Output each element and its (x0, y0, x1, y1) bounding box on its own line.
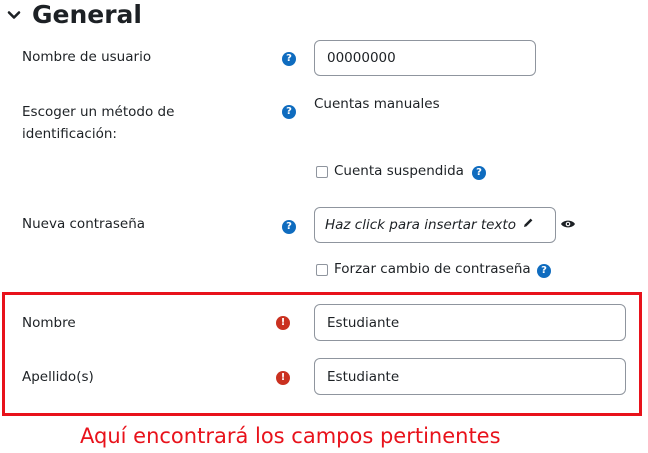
exclamation-circle-icon: ! (276, 371, 290, 385)
question-circle-icon[interactable]: ? (282, 220, 296, 234)
password-placeholder[interactable]: Haz click para insertar texto (325, 217, 516, 233)
exclamation-circle-icon: ! (276, 316, 290, 330)
username-input[interactable]: 00000000 (314, 40, 536, 76)
username-label: Nombre de usuario (22, 49, 152, 65)
force-change-checkbox[interactable] (316, 264, 328, 276)
firstname-label: Nombre (22, 315, 76, 331)
question-circle-icon[interactable]: ? (282, 52, 296, 66)
new-password-label: Nueva contraseña (22, 216, 146, 232)
lastname-label: Apellido(s) (22, 369, 94, 385)
password-field[interactable]: Haz click para insertar texto (314, 207, 556, 243)
question-circle-icon[interactable]: ? (282, 105, 296, 119)
annotation-caption: Aquí encontrará los campos pertinentes (80, 424, 501, 448)
pencil-icon[interactable] (522, 216, 534, 234)
section-header[interactable]: General (6, 0, 142, 30)
firstname-input[interactable]: Estudiante (314, 304, 626, 341)
eye-icon[interactable] (560, 217, 576, 235)
auth-label-line1: Escoger un método de (22, 104, 175, 120)
chevron-down-icon[interactable] (6, 7, 22, 23)
lastname-input[interactable]: Estudiante (314, 358, 626, 395)
section-title: General (32, 0, 142, 29)
auth-label-line2: identificación: (22, 126, 117, 142)
suspended-checkbox[interactable] (316, 166, 328, 178)
force-change-label[interactable]: Forzar cambio de contraseña (334, 261, 531, 277)
question-circle-icon[interactable]: ? (472, 166, 486, 180)
auth-method-value: Cuentas manuales (314, 96, 440, 112)
suspended-label[interactable]: Cuenta suspendida (334, 163, 464, 179)
question-circle-icon[interactable]: ? (537, 264, 551, 278)
